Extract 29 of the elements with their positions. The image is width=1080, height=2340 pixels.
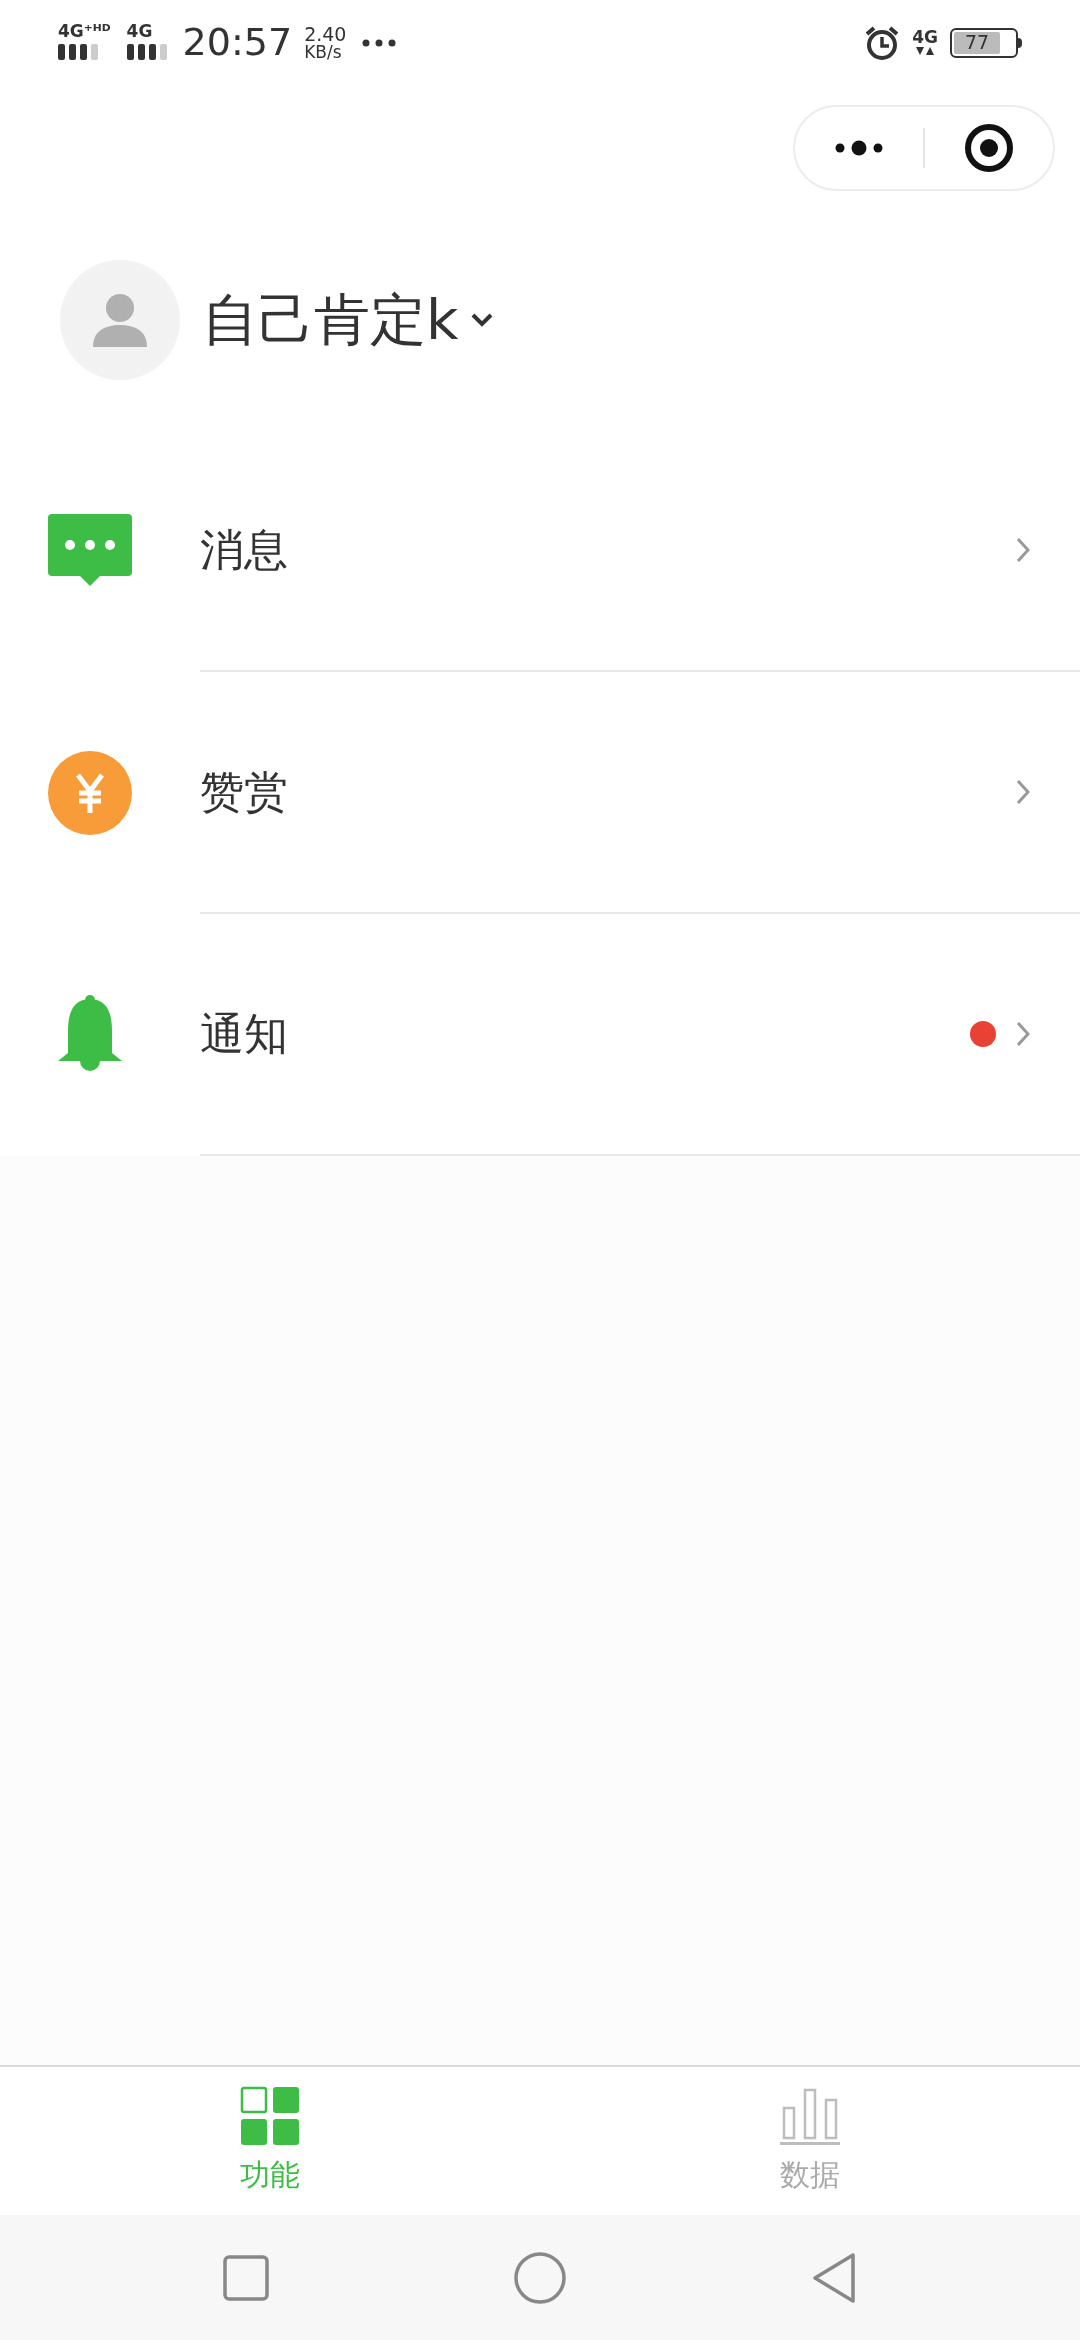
more-icon xyxy=(835,139,883,156)
network-label: 4G xyxy=(126,23,153,40)
person-icon xyxy=(93,293,147,347)
chevron-right-icon xyxy=(1016,779,1030,805)
menu-item[interactable]: 消息 xyxy=(0,430,1080,672)
chevron-right-icon xyxy=(1016,537,1030,563)
battery-level: 77 xyxy=(965,33,990,52)
chevron-down-icon[interactable] xyxy=(470,312,495,328)
network-label: 4G xyxy=(912,29,938,46)
speed-value: 2.40 xyxy=(304,24,347,44)
data-arrows-icon xyxy=(915,46,936,56)
menu-label: 通知 xyxy=(200,1007,289,1061)
chat-bubble-icon xyxy=(48,514,132,588)
network-label: 4G⁺ᴴᴰ xyxy=(58,23,111,40)
clock: 20:57 xyxy=(182,19,293,66)
menu-item[interactable]: 赞赏 xyxy=(0,672,1080,914)
home-nav-icon[interactable] xyxy=(514,2251,566,2304)
target-icon xyxy=(964,122,1014,173)
speed-unit: KB/s xyxy=(304,43,343,61)
chevron-right-icon xyxy=(1016,1021,1030,1047)
grid-icon xyxy=(240,2085,300,2146)
more-icon xyxy=(362,38,397,47)
yen-coin-icon xyxy=(48,751,132,835)
user-name[interactable]: 自己肯定k xyxy=(202,278,459,362)
square-nav-icon[interactable] xyxy=(222,2254,269,2301)
menu-label: 消息 xyxy=(200,523,289,577)
menu-label: 赞赏 xyxy=(200,765,289,819)
alarm-icon xyxy=(864,24,901,61)
back-nav-icon[interactable] xyxy=(811,2251,858,2304)
